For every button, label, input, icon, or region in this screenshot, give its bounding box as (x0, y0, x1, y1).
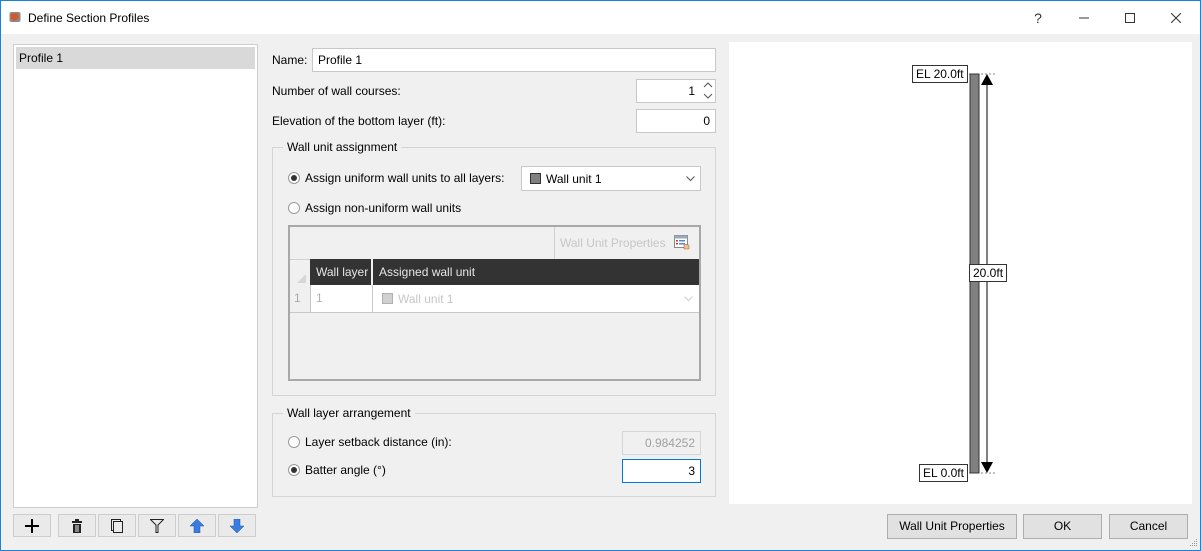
profile-list-item[interactable]: Profile 1 (16, 47, 255, 69)
uniform-wall-unit-select[interactable]: Wall unit 1 (521, 166, 701, 191)
filter-profile-button[interactable] (138, 514, 176, 537)
plus-icon (25, 518, 39, 533)
top-elevation-label: EL 20.0ft (912, 65, 968, 83)
arrow-up-icon (981, 74, 993, 85)
wall-courses-value: 1 (688, 84, 695, 98)
wall-layer-arrangement-title: Wall layer arrangement (283, 406, 415, 420)
section-preview: EL 20.0ft 20.0ft EL 0.0ft (729, 42, 1192, 504)
chevron-up-icon[interactable] (703, 82, 713, 88)
maximize-icon (1125, 12, 1135, 23)
filter-icon (150, 518, 164, 533)
wall-layer-arrangement-group: Wall layer arrangement (272, 406, 716, 497)
move-up-button[interactable] (178, 514, 216, 537)
cell-wall-layer[interactable]: 1 (310, 285, 373, 312)
row-index: 1 (290, 285, 310, 312)
cell-wall-unit-value: Wall unit 1 (398, 292, 454, 306)
wall-unit-swatch (530, 173, 541, 184)
add-profile-button[interactable] (13, 514, 51, 537)
stepper-arrows[interactable] (703, 81, 713, 101)
name-input[interactable]: Profile 1 (312, 48, 716, 72)
grid-header-assigned-wall-unit[interactable]: Assigned wall unit (373, 259, 699, 285)
help-icon: ? (1034, 9, 1042, 26)
chevron-down-icon (686, 176, 695, 182)
wall-courses-label: Number of wall courses: (272, 84, 401, 98)
batter-input[interactable]: 3 (622, 459, 701, 483)
bottom-elevation-label: EL 0.0ft (919, 464, 968, 482)
resize-grip-icon[interactable] (1189, 538, 1199, 548)
arrow-down-icon (230, 518, 244, 533)
maximize-button[interactable] (1107, 1, 1153, 34)
elevation-label: Elevation of the bottom layer (ft): (272, 114, 446, 128)
batter-radio[interactable] (288, 464, 300, 476)
properties-icon (674, 235, 690, 250)
uniform-radio[interactable] (288, 172, 300, 184)
ok-button[interactable]: OK (1023, 514, 1102, 539)
cell-assigned-wall-unit[interactable]: Wall unit 1 (373, 285, 699, 312)
move-down-button[interactable] (218, 514, 256, 537)
minimize-button[interactable] (1061, 1, 1107, 34)
dialog-window: Define Section Profiles ? Profile 1 Name (0, 0, 1201, 551)
grid-header-wall-layer[interactable]: Wall layer (310, 259, 372, 285)
arrow-up-icon (190, 518, 204, 533)
name-label: Name: (272, 53, 308, 67)
setback-radio[interactable] (288, 436, 300, 448)
uniform-label: Assign uniform wall units to all layers: (305, 171, 505, 185)
wall-layer-grid: Wall Unit Properties Wall layer Assigned… (288, 225, 701, 381)
copy-profile-button[interactable] (98, 514, 136, 537)
setback-input[interactable]: 0.984252 (622, 431, 701, 455)
help-button[interactable]: ? (1015, 1, 1061, 34)
chevron-down-icon (684, 296, 693, 302)
elevation-input[interactable]: 0 (636, 109, 716, 133)
copy-icon (111, 518, 123, 533)
grid-corner (290, 259, 310, 286)
wall-unit-properties-button[interactable]: Wall Unit Properties (887, 514, 1017, 539)
chevron-down-icon[interactable] (703, 93, 713, 99)
table-row[interactable]: 1 1 Wall unit 1 (290, 285, 699, 313)
profile-list-item-label: Profile 1 (19, 51, 64, 65)
corner-triangle-icon (297, 274, 306, 283)
uniform-wall-unit-value: Wall unit 1 (546, 172, 602, 186)
title-bar: Define Section Profiles ? (1, 1, 1200, 34)
profile-list[interactable]: Profile 1 (13, 44, 258, 508)
minimize-icon (1079, 17, 1089, 18)
arrow-down-icon (981, 462, 993, 473)
batter-label: Batter angle (°) (305, 463, 386, 477)
grid-wall-unit-properties-button[interactable]: Wall Unit Properties (560, 236, 666, 250)
trash-icon (72, 518, 82, 533)
section-drawing (961, 73, 997, 474)
nonuniform-radio[interactable] (288, 202, 300, 214)
wall-unit-assignment-title: Wall unit assignment (283, 140, 402, 154)
wall-unit-swatch (382, 293, 393, 304)
height-dimension-label: 20.0ft (969, 264, 1008, 282)
close-icon (1171, 12, 1181, 23)
window-title: Define Section Profiles (28, 11, 150, 25)
setback-label: Layer setback distance (in): (305, 435, 452, 449)
grid-toolbar: Wall Unit Properties (554, 227, 700, 259)
close-button[interactable] (1153, 1, 1199, 34)
app-icon (9, 12, 21, 22)
nonuniform-label: Assign non-uniform wall units (305, 201, 462, 215)
cancel-button[interactable]: Cancel (1109, 514, 1188, 539)
delete-profile-button[interactable] (58, 514, 96, 537)
